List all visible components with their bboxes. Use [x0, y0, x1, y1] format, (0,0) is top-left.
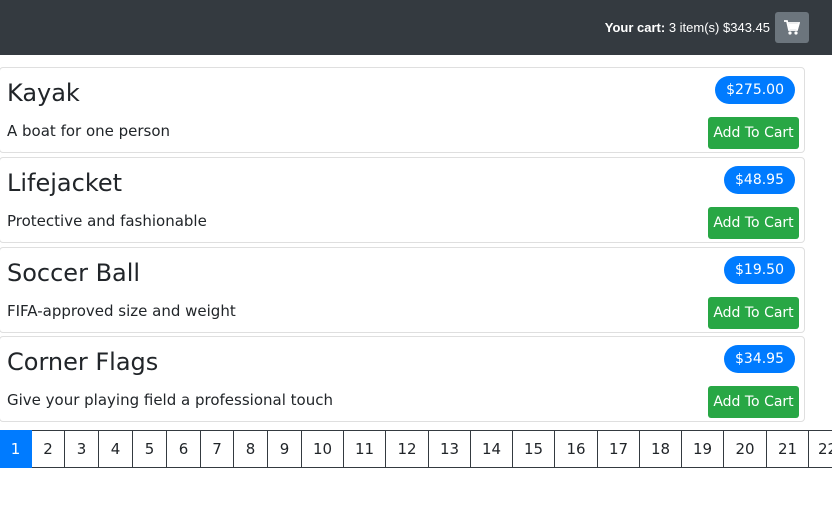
product-name: Corner Flags	[7, 348, 159, 376]
product-card: Corner Flags Give your playing field a p…	[0, 336, 805, 422]
page-button-4[interactable]: 4	[99, 430, 133, 468]
cart-button[interactable]	[775, 12, 809, 43]
page-button-16[interactable]: 16	[555, 430, 598, 468]
page-button-11[interactable]: 11	[344, 430, 386, 468]
page-button-13[interactable]: 13	[429, 430, 471, 468]
page-button-8[interactable]: 8	[234, 430, 268, 468]
price-badge: $19.50	[724, 256, 795, 284]
add-to-cart-button[interactable]: Add To Cart	[708, 117, 799, 149]
product-card: Lifejacket Protective and fashionable $4…	[0, 157, 805, 243]
page-button-20[interactable]: 20	[724, 430, 767, 468]
add-to-cart-button[interactable]: Add To Cart	[708, 207, 799, 239]
product-description: Give your playing field a professional t…	[7, 391, 333, 409]
add-to-cart-button[interactable]: Add To Cart	[708, 297, 799, 329]
product-card: Soccer Ball FIFA-approved size and weigh…	[0, 247, 805, 333]
page-button-19[interactable]: 19	[682, 430, 724, 468]
price-badge: $34.95	[724, 345, 795, 373]
page-button-17[interactable]: 17	[598, 430, 640, 468]
page-button-7[interactable]: 7	[201, 430, 234, 468]
page-button-22[interactable]: 22	[809, 430, 832, 468]
page-button-1[interactable]: 1	[0, 430, 32, 468]
shopping-cart-icon	[784, 20, 800, 35]
product-description: FIFA-approved size and weight	[7, 302, 236, 320]
page-button-5[interactable]: 5	[133, 430, 167, 468]
page-button-9[interactable]: 9	[268, 430, 302, 468]
pagination: 1 2 3 4 5 6 7 8 9 10 11 12 13 14 15 16 1…	[0, 430, 832, 468]
page-button-14[interactable]: 14	[471, 430, 513, 468]
product-name: Soccer Ball	[7, 259, 141, 287]
page-button-2[interactable]: 2	[32, 430, 65, 468]
product-name: Lifejacket	[7, 169, 123, 197]
product-description: Protective and fashionable	[7, 212, 207, 230]
page-button-15[interactable]: 15	[513, 430, 555, 468]
top-navbar: Your cart: 3 item(s) $343.45	[0, 0, 832, 55]
page-button-6[interactable]: 6	[167, 430, 201, 468]
cart-details: 3 item(s) $343.45	[668, 20, 770, 35]
add-to-cart-button[interactable]: Add To Cart	[708, 386, 799, 418]
product-name: Kayak	[7, 79, 80, 107]
product-description: A boat for one person	[7, 122, 171, 140]
product-card: Kayak A boat for one person $275.00 Add …	[0, 67, 805, 153]
page-button-12[interactable]: 12	[386, 430, 429, 468]
page-button-21[interactable]: 21	[767, 430, 809, 468]
page-button-10[interactable]: 10	[302, 430, 344, 468]
page-button-18[interactable]: 18	[640, 430, 682, 468]
page-button-3[interactable]: 3	[65, 430, 99, 468]
cart-summary: Your cart: 3 item(s) $343.45	[605, 20, 770, 35]
cart-label: Your cart:	[604, 20, 666, 35]
price-badge: $48.95	[724, 166, 795, 194]
price-badge: $275.00	[715, 76, 795, 104]
